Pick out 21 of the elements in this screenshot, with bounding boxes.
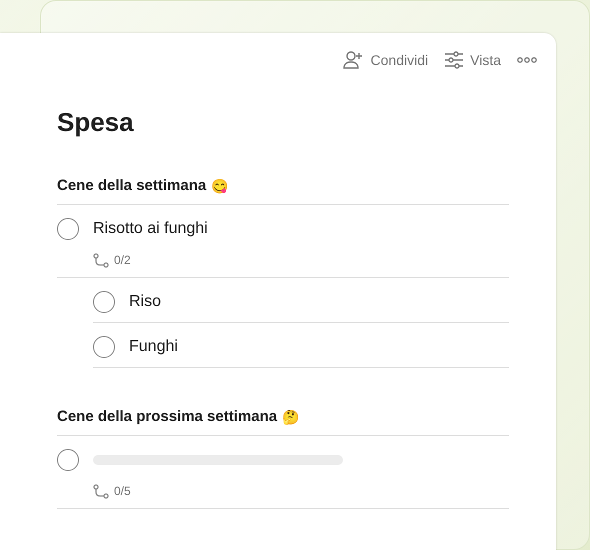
sliders-icon xyxy=(444,51,464,69)
task-checkbox[interactable] xyxy=(57,449,79,471)
share-button[interactable]: Condividi xyxy=(342,47,428,73)
more-icon xyxy=(517,57,537,63)
section-title: Cene della prossima settimana xyxy=(57,407,278,427)
page-title: Spesa xyxy=(57,106,135,138)
emoji: 😋 xyxy=(211,177,228,196)
subtask-icon xyxy=(93,484,109,498)
task-title: Risotto ai funghi xyxy=(93,219,208,239)
subtask-count: 0/2 xyxy=(114,253,131,267)
add-person-icon xyxy=(342,50,365,70)
section-title: Cene della settimana xyxy=(57,176,206,196)
emoji: 🤔 xyxy=(282,408,300,427)
task-checkbox[interactable] xyxy=(93,336,115,358)
task-title: Riso xyxy=(129,292,162,312)
view-button[interactable]: Vista xyxy=(444,47,501,73)
subtask-icon xyxy=(93,252,109,268)
task-checkbox[interactable] xyxy=(57,218,79,240)
subtask-count: 0/5 xyxy=(114,484,131,498)
task-title: Funghi xyxy=(129,337,178,357)
task-checkbox[interactable] xyxy=(93,291,115,313)
